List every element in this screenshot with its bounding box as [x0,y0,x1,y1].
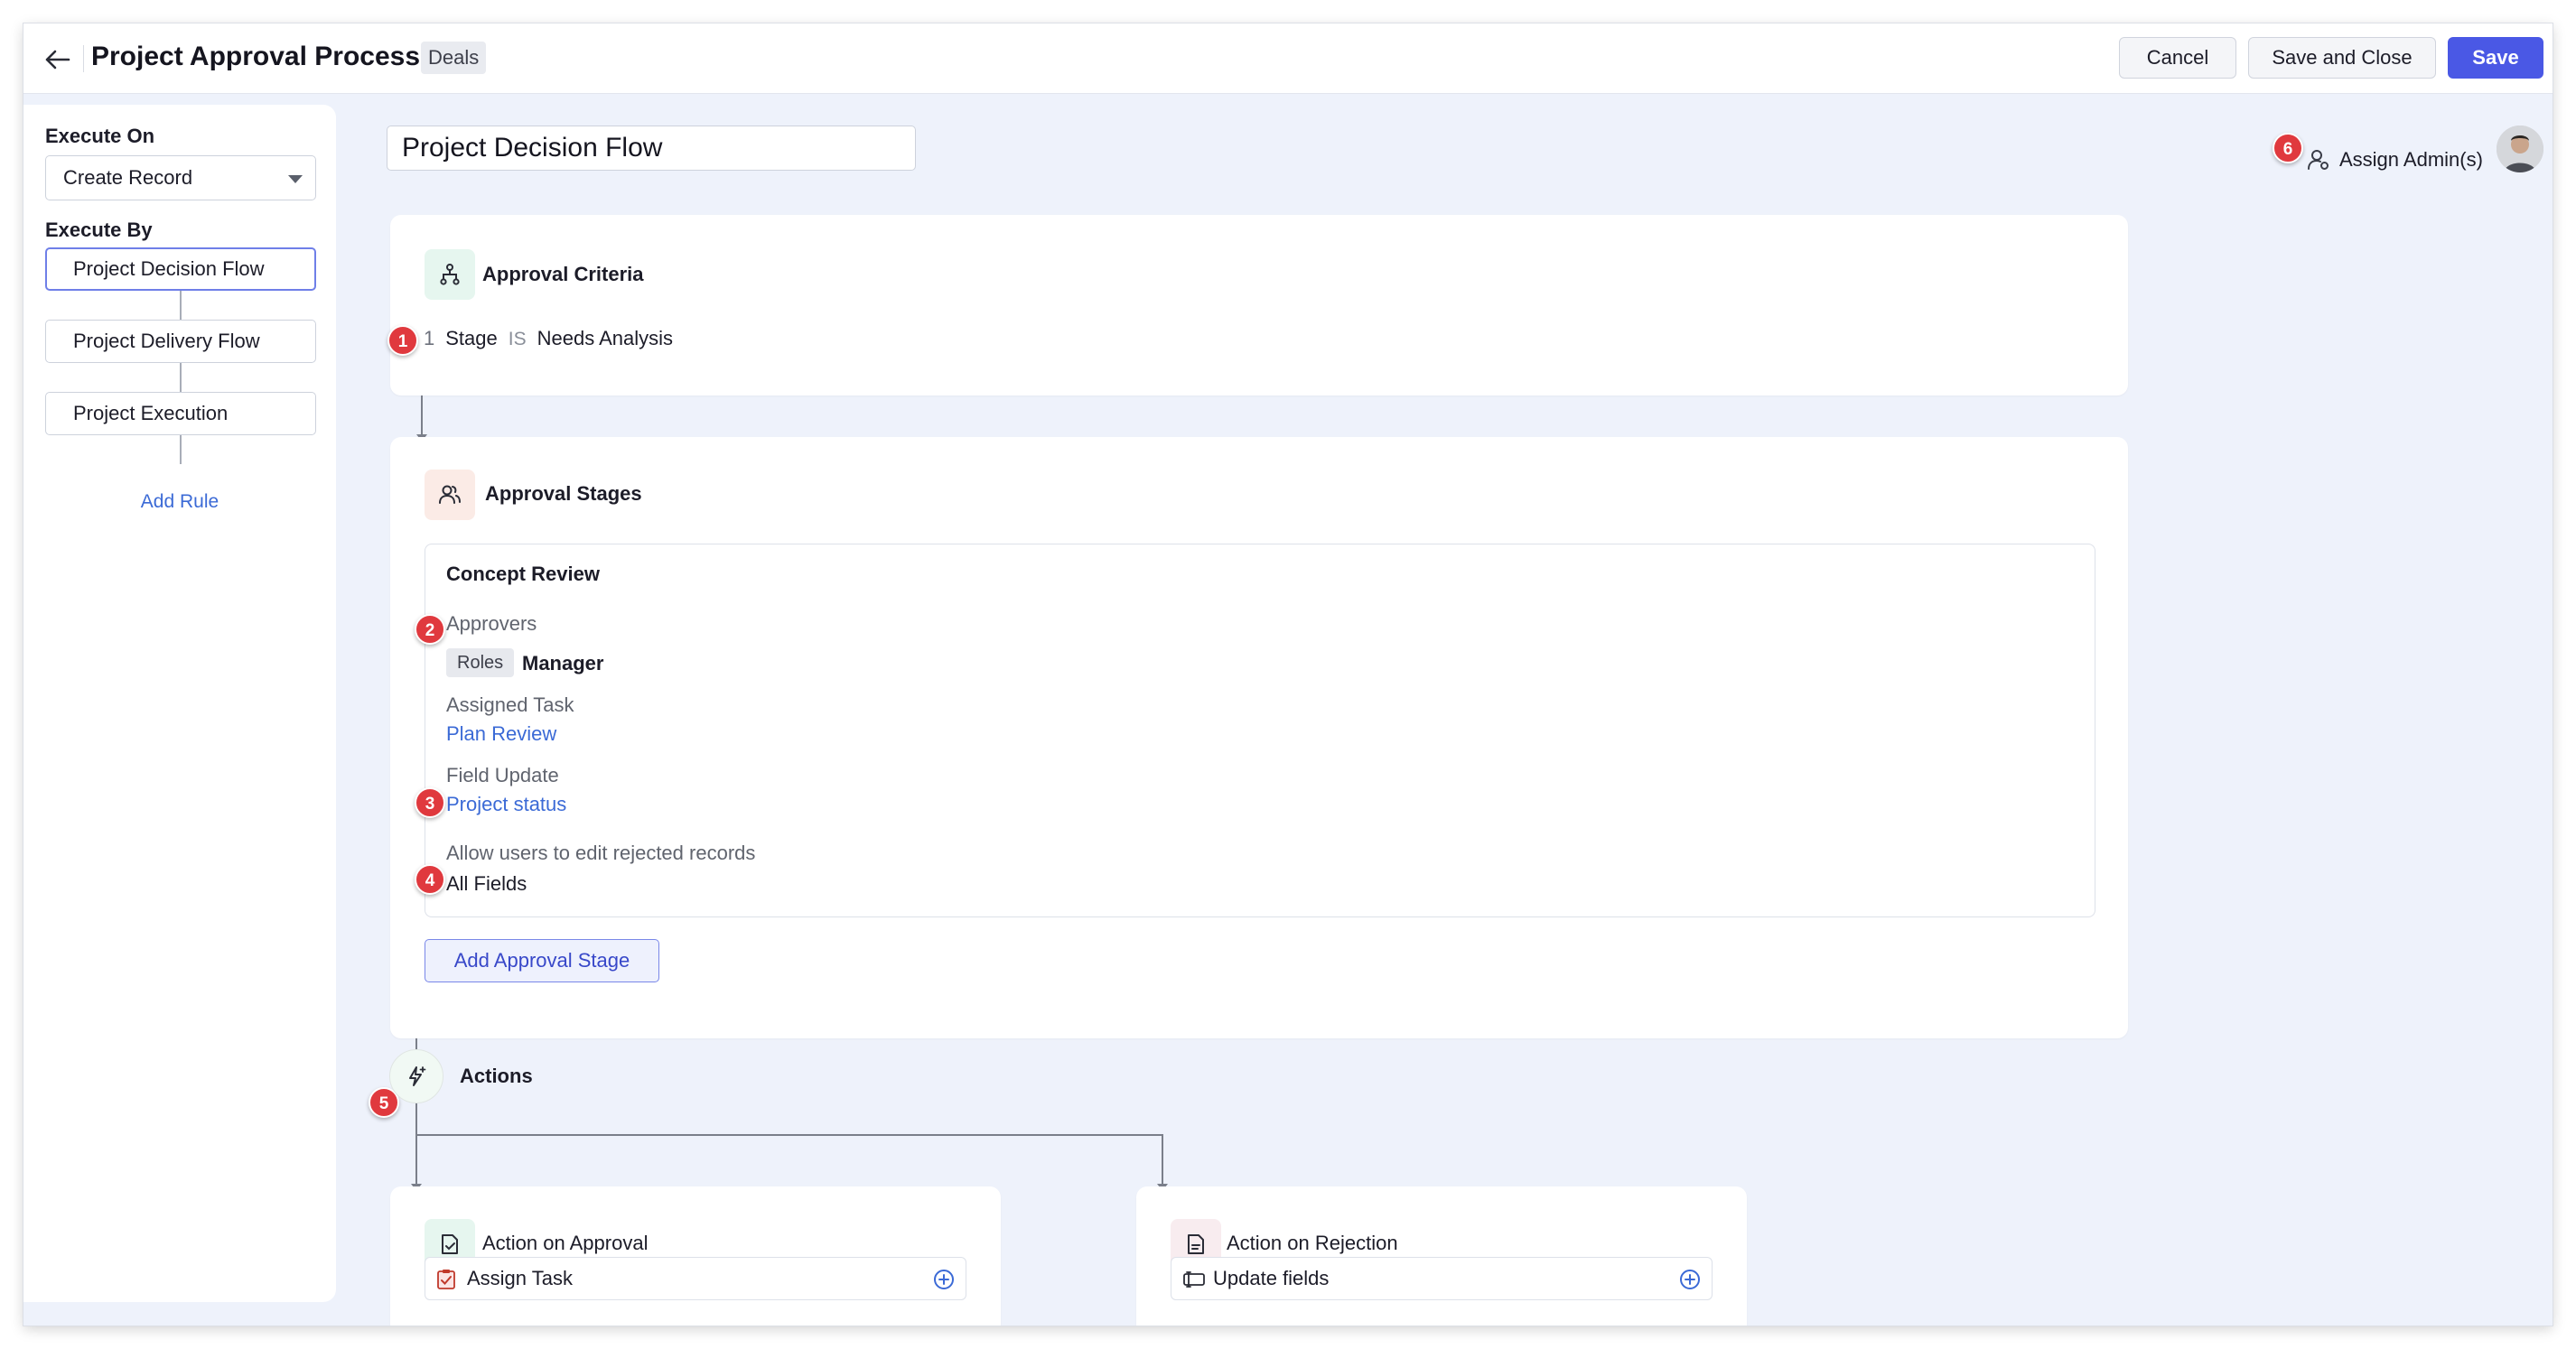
action-on-approval-title: Action on Approval [482,1232,649,1254]
update-fields-row[interactable]: Update fields [1171,1257,1713,1300]
stage-title: Concept Review [446,563,600,585]
flow-connector [421,395,423,435]
update-field-icon [1183,1271,1205,1288]
execute-by-label: Execute By [45,219,153,241]
avatar[interactable] [2497,126,2543,172]
save-button[interactable]: Save [2448,37,2543,79]
add-circle-icon[interactable] [933,1269,955,1290]
assigned-task-link[interactable]: Plan Review [446,722,556,746]
callout-badge-4: 4 [415,864,445,895]
execute-on-value: Create Record [63,166,193,189]
assign-task-label: Assign Task [467,1267,573,1289]
rule-item-project-decision-flow[interactable]: Project Decision Flow [45,247,316,291]
rule-item-project-delivery-flow[interactable]: Project Delivery Flow [45,320,316,363]
add-circle-icon[interactable] [1679,1269,1701,1290]
approver-value: Manager [522,652,604,674]
actions-node [389,1049,443,1103]
add-approval-stage-button[interactable]: Add Approval Stage [425,939,659,982]
execute-on-label: Execute On [45,125,155,147]
action-on-rejection-card [1136,1186,1747,1326]
hierarchy-icon [425,249,475,300]
rule-connector [180,291,182,320]
flow-connector [415,1103,417,1186]
callout-badge-3: 3 [415,787,445,818]
user-settings-icon [2308,150,2329,170]
flow-connector [415,1134,1163,1136]
header-divider [83,45,84,72]
criteria-field: Stage [445,327,498,349]
back-arrow-icon[interactable] [40,42,76,78]
approval-criteria-title: Approval Criteria [482,263,644,285]
approvers-label: Approvers [446,612,537,635]
field-update-link[interactable]: Project status [446,793,566,816]
flow-connector [1162,1134,1163,1186]
users-icon [425,470,475,520]
cancel-button[interactable]: Cancel [2119,37,2236,79]
action-on-rejection-title: Action on Rejection [1227,1232,1398,1254]
edit-rejected-value: All Fields [446,872,527,895]
add-rule-link[interactable]: Add Rule [23,491,336,513]
approval-stages-title: Approval Stages [485,482,642,505]
task-clipboard-icon [437,1270,455,1289]
app-window: Project Approval Process Deals Cancel Sa… [23,23,2553,1326]
callout-badge-1: 1 [387,325,418,356]
rules-sidebar: Execute On Create Record Execute By Proj… [23,105,336,1302]
criteria-operator: IS [508,329,527,349]
edit-rejected-label: Allow users to edit rejected records [446,842,756,864]
page-title: Project Approval Process [91,42,421,71]
criteria-number: 1 [424,327,435,349]
callout-badge-2: 2 [415,614,445,645]
approval-criteria-card [390,215,2128,395]
criteria-value: Needs Analysis [537,327,674,349]
assign-admin-label: Assign Admin(s) [2339,148,2483,171]
criteria-row[interactable]: 1 Stage IS Needs Analysis [424,327,673,350]
update-fields-label: Update fields [1213,1267,1330,1289]
actions-title: Actions [460,1065,533,1087]
module-badge: Deals [421,42,487,74]
lightning-icon [409,1066,426,1086]
rule-connector [180,363,182,392]
caret-down-icon [288,175,303,183]
rule-item-project-execution[interactable]: Project Execution [45,392,316,435]
assign-task-row[interactable]: Assign Task [425,1257,966,1300]
rule-connector [180,435,182,464]
save-and-close-button[interactable]: Save and Close [2248,37,2436,79]
action-on-approval-card [390,1186,1001,1326]
execute-on-select[interactable]: Create Record [45,155,316,200]
callout-badge-6: 6 [2273,133,2303,163]
roles-chip: Roles [446,648,515,677]
flow-name-input[interactable]: Project Decision Flow [387,126,916,171]
top-header: Project Approval Process Deals Cancel Sa… [23,23,2553,94]
assign-admin-button[interactable]: Assign Admin(s) [2307,148,2483,172]
field-update-label: Field Update [446,764,559,786]
assigned-task-label: Assigned Task [446,693,574,716]
